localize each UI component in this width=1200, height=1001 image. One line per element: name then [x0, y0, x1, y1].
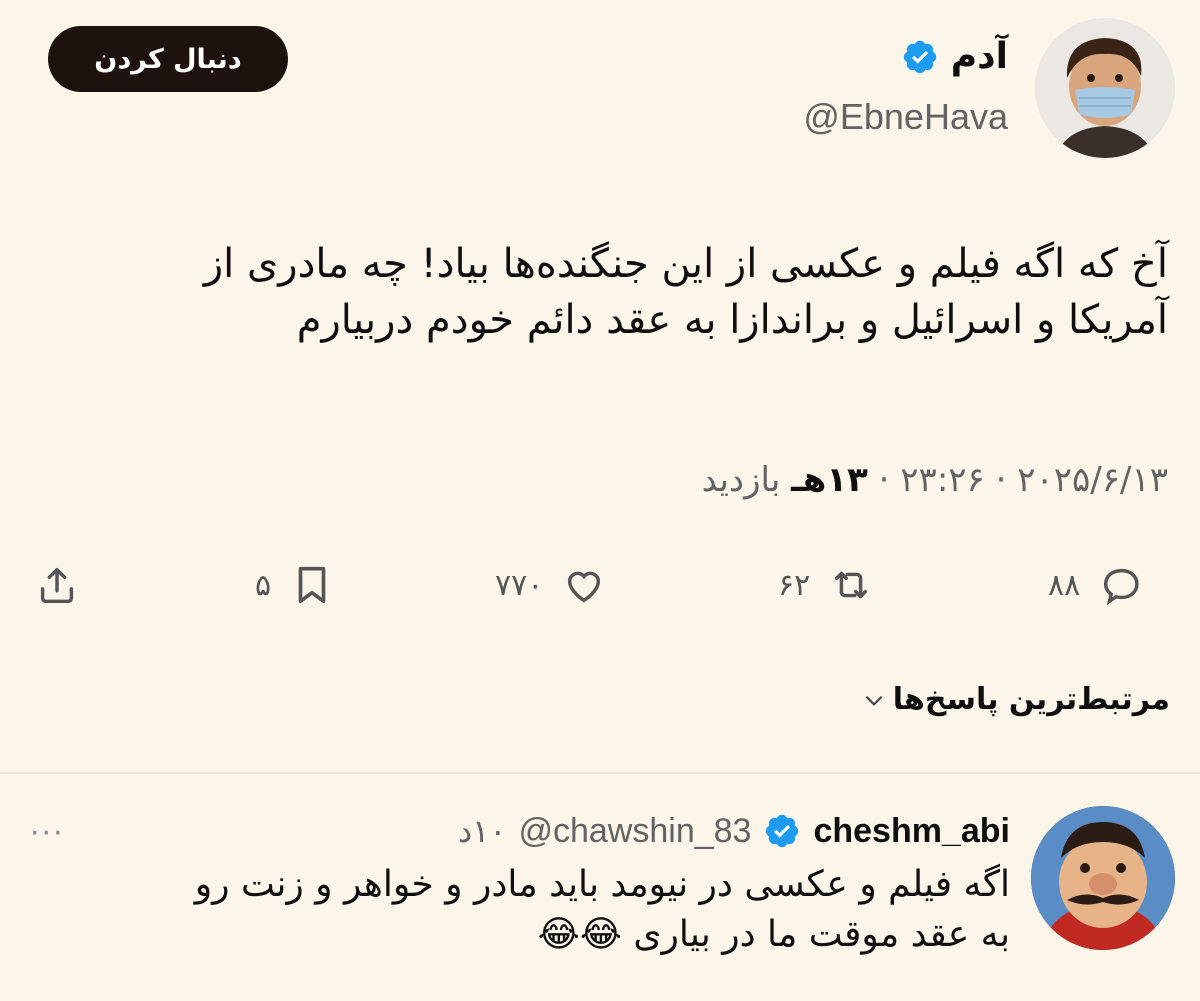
like-action[interactable]: ۷۷۰ [495, 555, 607, 615]
reply-action[interactable]: ۸۸ [1048, 555, 1144, 615]
author-avatar[interactable] [1035, 18, 1175, 158]
retweet-icon [835, 571, 868, 599]
bookmark-count: ۵ [255, 567, 272, 603]
share-action[interactable] [34, 555, 80, 615]
tweet-text: آخ که اگه فیلم و عکسی از این جنگنده‌ها ب… [8, 236, 1168, 348]
verified-badge-icon [766, 814, 799, 848]
meta-separator: · [984, 460, 1007, 500]
author-name-row: آدم [901, 36, 1008, 77]
views-label: بازدید [701, 460, 781, 500]
reply-author-handle[interactable]: @chawshin_83 [518, 812, 751, 851]
reply-author-name[interactable]: cheshm_abi [813, 812, 1010, 851]
reply-text-words: به عقد موقت ما در بیاری [633, 914, 1010, 955]
views-count: ۱۳هـ [791, 460, 868, 500]
share-icon [40, 567, 74, 604]
tweet-date[interactable]: ۲۰۲۵/۶/۱۳ [1017, 460, 1168, 500]
author-handle[interactable]: @EbneHava [803, 96, 1008, 138]
follow-button[interactable]: دنبال کردن [48, 26, 288, 92]
replies-sort-dropdown[interactable]: مرتبط‌ترین پاسخ‌ها [861, 682, 1170, 717]
more-options-icon[interactable]: ··· [30, 816, 65, 851]
tweet-text-line: آخ که اگه فیلم و عکسی از این جنگنده‌ها ب… [203, 241, 1168, 287]
verified-badge-icon [903, 40, 937, 73]
chevron-down-icon [865, 695, 883, 706]
reply-text: اگه فیلم و عکسی در نیومد باید مادر و خوا… [30, 860, 1010, 960]
reply-count: ۸۸ [1048, 567, 1081, 603]
reply-icon [1104, 568, 1139, 606]
retweet-count: ۶۲ [778, 567, 811, 603]
cartoon-avatar-image [1031, 806, 1175, 950]
meta-separator: · [867, 460, 890, 500]
bookmark-action[interactable]: ۵ [255, 555, 335, 615]
tweet-text-line: آمریکا و اسرائیل و براندازا به عقد دائم … [296, 297, 1168, 343]
reply-text-line: به عقد موقت ما در بیاری 😂😂 [30, 910, 1010, 960]
retweet-action[interactable]: ۶۲ [778, 555, 874, 615]
heart-icon [568, 571, 601, 603]
reply-header: cheshm_abi @chawshin_83 ۱۰د [458, 806, 1010, 856]
reply-avatar[interactable] [1031, 806, 1175, 950]
tweet-meta: ۲۰۲۵/۶/۱۳ · ۲۳:۲۶ · ۱۳هـ بازدید [702, 460, 1168, 500]
reply-text-line: اگه فیلم و عکسی در نیومد باید مادر و خوا… [194, 864, 1010, 905]
tweet-time[interactable]: ۲۳:۲۶ [900, 460, 985, 500]
bookmark-icon [298, 566, 326, 604]
like-count: ۷۷۰ [495, 567, 544, 603]
sort-label: مرتبط‌ترین پاسخ‌ها [892, 682, 1170, 717]
display-name[interactable]: آدم [951, 36, 1008, 77]
child-avatar-image [1035, 18, 1175, 158]
divider [0, 772, 1200, 774]
reply-timestamp[interactable]: ۱۰د [458, 812, 507, 850]
laughing-emoji-icon: 😂😂 [537, 914, 622, 955]
